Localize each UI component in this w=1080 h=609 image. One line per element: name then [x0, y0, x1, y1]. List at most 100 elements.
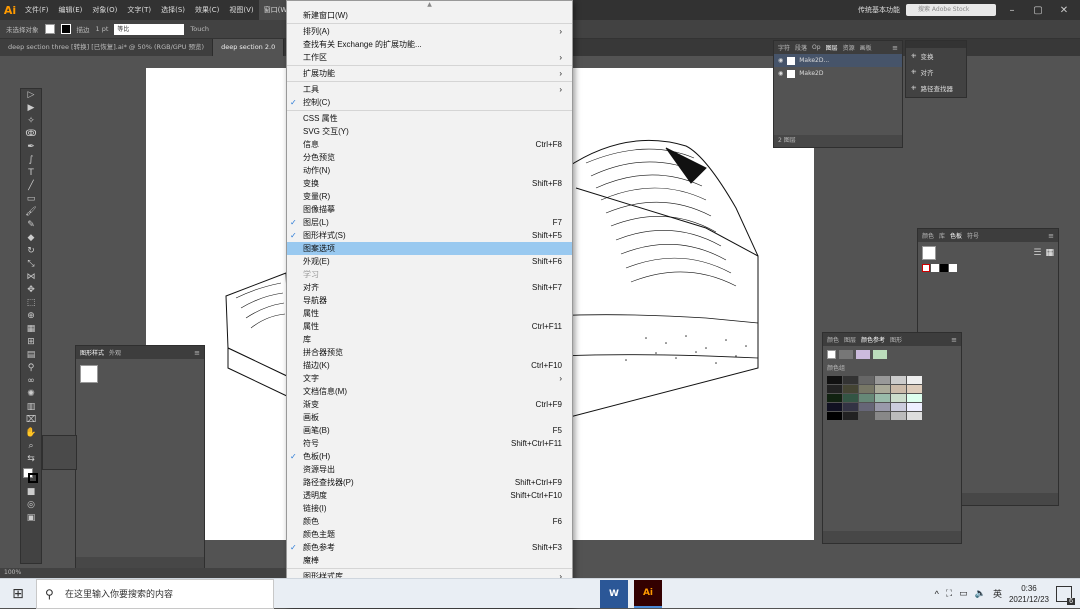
window-menu-item[interactable]: 学习 [287, 268, 572, 281]
swap-fill-stroke-icon[interactable]: ⇆ [21, 453, 41, 466]
window-menu-item[interactable]: 描边(K) Ctrl+F10 [287, 359, 572, 372]
window-menu-item[interactable]: 外观(E) Shift+F6 [287, 255, 572, 268]
color-guide-swatch[interactable] [843, 412, 858, 420]
column-graph-tool-icon[interactable]: ▥ [21, 401, 41, 414]
panel-shortcut[interactable]: ⁜ 对齐 [906, 64, 966, 80]
symbol-sprayer-tool-icon[interactable]: ✺ [21, 388, 41, 401]
stroke-swatch[interactable] [60, 24, 71, 34]
minimize-icon[interactable]: – [1002, 5, 1022, 16]
window-menu-item[interactable]: 画笔(B) F5 [287, 424, 572, 437]
color-guide-swatch[interactable] [875, 376, 890, 384]
panel-tab[interactable]: 色板 [950, 231, 962, 240]
menu-6[interactable]: 效果(C) [190, 0, 224, 20]
window-menu-item[interactable]: 属性 [287, 307, 572, 320]
line-tool-icon[interactable]: ╱ [21, 180, 41, 193]
color-guide-swatch[interactable] [891, 403, 906, 411]
rectangle-tool-icon[interactable]: ▭ [21, 193, 41, 206]
swatch[interactable] [949, 264, 957, 272]
menu-7[interactable]: 视图(V) [224, 0, 258, 20]
gradient-tool-icon[interactable]: ▤ [21, 349, 41, 362]
type-tool-icon[interactable]: T [21, 167, 41, 180]
color-guide-swatch[interactable] [843, 403, 858, 411]
window-menu-item[interactable]: 图像描摹 [287, 203, 572, 216]
paintbrush-tool-icon[interactable]: 🖌 [21, 206, 41, 219]
scroll-up-icon[interactable]: ▲ [287, 1, 572, 9]
color-mode-icon[interactable]: ■ [21, 486, 41, 499]
brush-selector[interactable]: Touch [190, 25, 209, 33]
window-menu-item[interactable]: 工具 › [287, 83, 572, 96]
list-view-icon[interactable]: ☰ [1033, 248, 1041, 258]
taskbar-search-input[interactable]: ⚲ 在这里输入你要搜索的内容 [36, 578, 274, 609]
window-menu-item[interactable]: 透明度 Shift+Ctrl+F10 [287, 489, 572, 502]
color-guide-swatch[interactable] [859, 412, 874, 420]
color-guide-swatch[interactable] [891, 376, 906, 384]
swatch[interactable] [940, 264, 948, 272]
menu-4[interactable]: 文字(T) [122, 0, 156, 20]
window-menu-item[interactable]: ✓ 色板(H) [287, 450, 572, 463]
window-menu-item[interactable]: 变换 Shift+F8 [287, 177, 572, 190]
panel-tab[interactable]: 颜色 [827, 335, 839, 344]
window-menu-item[interactable]: 变量(R) [287, 190, 572, 203]
default-style-swatch[interactable] [80, 365, 98, 383]
color-guide-swatch[interactable] [875, 394, 890, 402]
layer-row[interactable]: ◉ Make2D [774, 67, 902, 80]
fill-swatch[interactable] [922, 246, 936, 260]
harmony-swatch[interactable] [873, 350, 887, 359]
color-guide-swatch[interactable] [827, 385, 842, 393]
harmony-swatch[interactable] [856, 350, 870, 359]
window-menu-item[interactable]: 新建窗口(W) [287, 9, 572, 22]
volume-icon[interactable]: 🔈 [975, 588, 986, 599]
hand-tool-icon[interactable]: ✋ [21, 427, 41, 440]
doc-tab[interactable]: deep section 2.0 [213, 39, 285, 56]
window-menu-item[interactable]: 颜色 F6 [287, 515, 572, 528]
shaper-tool-icon[interactable]: ✎ [21, 219, 41, 232]
scale-tool-icon[interactable]: ⤡ [21, 258, 41, 271]
visibility-eye-icon[interactable]: ◉ [778, 57, 783, 64]
ime-indicator[interactable]: 英 [993, 587, 1002, 600]
panel-menu-icon[interactable]: ≡ [1048, 232, 1054, 240]
eyedropper-tool-icon[interactable]: ⚲ [21, 362, 41, 375]
doc-tab[interactable]: deep section three [转换] [已恢复].ai* @ 50% … [0, 39, 214, 56]
color-guide-swatch[interactable] [827, 412, 842, 420]
panel-tab[interactable]: 资源 [843, 43, 855, 52]
window-menu-item[interactable]: 路径查找器(P) Shift+Ctrl+F9 [287, 476, 572, 489]
menu-5[interactable]: 选择(S) [156, 0, 190, 20]
window-menu-item[interactable]: 库 [287, 333, 572, 346]
network-icon[interactable]: ⛶ [946, 588, 952, 599]
color-guide-swatch[interactable] [907, 412, 922, 420]
thumbnail-view-icon[interactable]: ▦ [1045, 248, 1054, 258]
menu-2[interactable]: 编辑(E) [54, 0, 88, 20]
window-menu-item[interactable]: CSS 属性 [287, 112, 572, 125]
windows-start-icon[interactable]: ⊞ [0, 586, 36, 602]
slice-tool-icon[interactable]: ⌧ [21, 414, 41, 427]
mesh-tool-icon[interactable]: ⊞ [21, 336, 41, 349]
window-menu-item[interactable]: 文字 › [287, 372, 572, 385]
width-tool-icon[interactable]: ⋈ [21, 271, 41, 284]
selection-tool-icon[interactable]: ▷ [21, 89, 41, 102]
window-menu-item[interactable]: 动作(N) [287, 164, 572, 177]
tab-graphic-styles[interactable]: 图形样式 [80, 348, 104, 357]
layer-row[interactable]: ◉ Make2D... [774, 54, 902, 67]
window-menu-item[interactable]: 排列(A) › [287, 25, 572, 38]
color-guide-swatch[interactable] [875, 403, 890, 411]
color-guide-swatch[interactable] [859, 376, 874, 384]
panel-tab[interactable]: 图形 [890, 335, 902, 344]
color-guide-swatch[interactable] [827, 403, 842, 411]
show-hidden-icons[interactable]: ^ [935, 589, 939, 599]
tab-appearance[interactable]: 外观 [109, 348, 121, 357]
window-menu-item[interactable]: 属性 Ctrl+F11 [287, 320, 572, 333]
color-guide-swatch[interactable] [907, 394, 922, 402]
blend-tool-icon[interactable]: ∞ [21, 375, 41, 388]
window-menu-item[interactable]: 画板 [287, 411, 572, 424]
maximize-icon[interactable]: ▢ [1028, 5, 1048, 16]
color-guide-swatch[interactable] [891, 385, 906, 393]
window-menu-item[interactable]: 渐变 Ctrl+F9 [287, 398, 572, 411]
base-color-swatch[interactable] [827, 350, 836, 359]
eraser-tool-icon[interactable]: ◆ [21, 232, 41, 245]
magic-wand-tool-icon[interactable]: ✧ [21, 115, 41, 128]
color-guide-swatch[interactable] [891, 412, 906, 420]
fill-swatch[interactable] [44, 24, 55, 34]
window-menu-item[interactable]: 颜色主题 [287, 528, 572, 541]
window-menu-item[interactable]: 拼合器预览 [287, 346, 572, 359]
window-menu-item[interactable]: SVG 交互(Y) [287, 125, 572, 138]
